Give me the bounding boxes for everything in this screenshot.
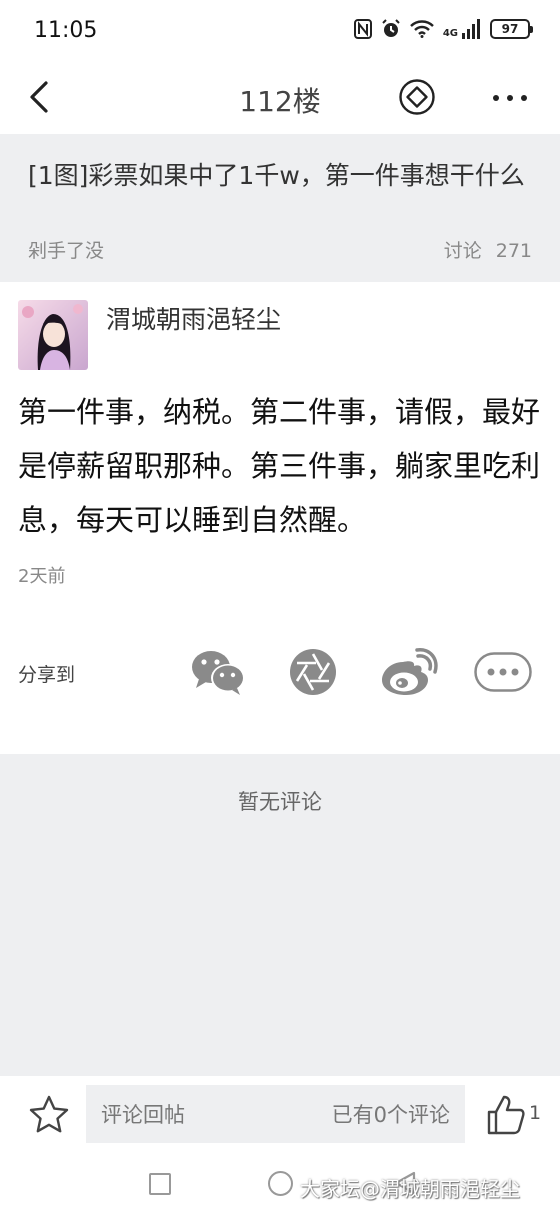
share-row: 分享到	[0, 640, 560, 704]
avatar[interactable]	[18, 300, 88, 370]
post-time: 2天前	[18, 566, 66, 587]
watermark: 大家坛@渭城朝雨浥轻尘	[300, 1177, 520, 1201]
thread-forum[interactable]: 剁手了没	[28, 236, 104, 263]
battery-level: 97	[501, 22, 519, 36]
nav-bar: 112楼	[0, 62, 560, 134]
stats-count: 271	[495, 240, 532, 262]
more-button[interactable]	[490, 84, 530, 112]
post-content: 第一件事，纳税。第二件事，请假，最好是停薪留职那种。第三件事，躺家里吃利息，每天…	[18, 395, 541, 537]
share-moments-button[interactable]	[284, 646, 342, 698]
comments-area: 暂无评论	[0, 754, 560, 1076]
comment-input-placeholder: 评论回帖	[101, 1103, 185, 1127]
nfc-icon	[353, 19, 372, 39]
thumbs-up-icon	[487, 1095, 525, 1135]
network-type: 4G	[442, 28, 458, 39]
no-comments-text: 暂无评论	[238, 790, 322, 814]
comment-count: 已有0个评论	[331, 1103, 450, 1127]
home-button[interactable]	[268, 1171, 293, 1196]
wifi-icon	[409, 20, 434, 38]
favorite-button[interactable]	[28, 1094, 70, 1136]
post-author: 渭城朝雨浥轻尘	[18, 300, 281, 370]
status-icons: 4G 97	[353, 19, 533, 39]
author-name[interactable]: 渭城朝雨浥轻尘	[106, 300, 281, 336]
thread-header[interactable]: [1图]彩票如果中了1千w，第一件事想干什么 剁手了没 讨论 271	[0, 134, 560, 282]
system-nav-bar: 大家坛@渭城朝雨浥轻尘	[0, 1154, 560, 1213]
more-icon	[493, 95, 527, 101]
thread-title[interactable]: [1图]彩票如果中了1千w，第一件事想干什么	[28, 158, 533, 194]
share-wechat-button[interactable]	[189, 646, 247, 698]
recents-button[interactable]	[149, 1173, 171, 1195]
stats-label: 讨论	[443, 240, 482, 262]
share-weibo-button[interactable]	[380, 646, 438, 698]
share-more-button[interactable]	[474, 646, 532, 698]
status-bar: 11:05 4G 97	[0, 0, 560, 62]
diamond-icon	[399, 79, 435, 115]
star-icon	[29, 1095, 69, 1133]
status-time: 11:05	[34, 18, 98, 43]
share-label: 分享到	[18, 664, 76, 686]
weibo-icon	[382, 648, 438, 695]
signal-icon: 4G	[443, 19, 481, 39]
wechat-icon	[192, 651, 245, 695]
bottom-bar: 评论回帖 已有0个评论 1	[0, 1076, 560, 1154]
thread-stats: 讨论 271	[444, 236, 532, 263]
moments-icon	[290, 649, 336, 695]
page-title: 112楼	[239, 85, 321, 118]
like-count: 1	[529, 1102, 542, 1124]
alarm-icon	[381, 19, 401, 39]
like-button[interactable]	[486, 1094, 526, 1136]
diamond-button[interactable]	[398, 78, 436, 116]
more-share-icon	[474, 652, 532, 692]
battery-icon: 97	[490, 19, 533, 39]
comment-input[interactable]: 评论回帖 已有0个评论	[86, 1085, 465, 1143]
